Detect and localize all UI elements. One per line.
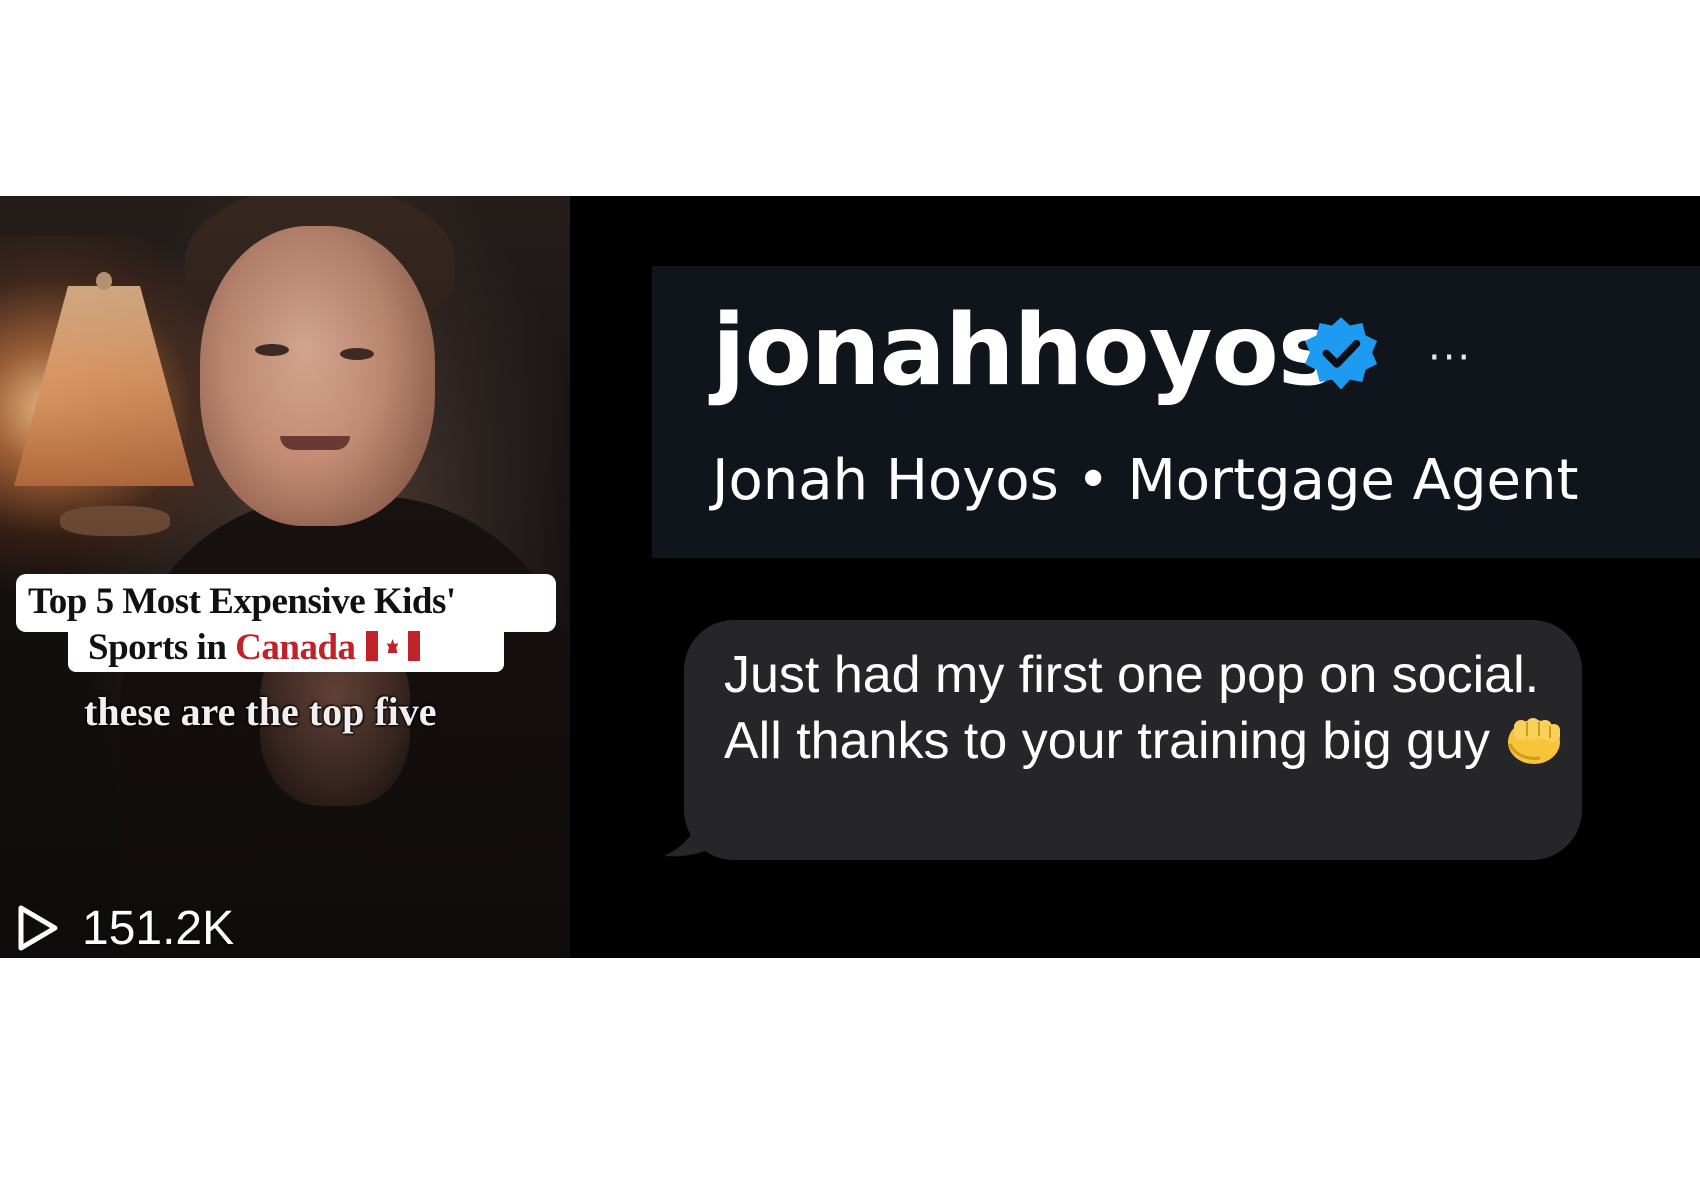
- canada-flag-icon: [365, 631, 420, 661]
- message-body: Just had my first one pop on social. All…: [724, 646, 1540, 770]
- testimonial-collage: Top 5 Most Expensive Kids' Sports in Can…: [0, 196, 1700, 958]
- view-count: 151.2K: [16, 898, 234, 958]
- message-text: Just had my first one pop on social. All…: [724, 642, 1564, 774]
- views-count-text: 151.2K: [82, 901, 235, 955]
- video-thumbnail[interactable]: Top 5 Most Expensive Kids' Sports in Can…: [0, 196, 570, 958]
- video-caption-line2: Sports in Canada: [88, 626, 420, 669]
- caption-prefix: Sports in: [88, 627, 236, 668]
- more-options-icon[interactable]: ···: [1428, 338, 1472, 378]
- caption-highlight: Canada: [235, 627, 356, 668]
- profile-display-line: Jonah Hoyos • Mortgage Agent: [712, 448, 1579, 513]
- fist-bump-icon: [1507, 718, 1560, 764]
- profile-header: jonahhoyos ··· Jonah Hoyos • Mortgage Ag…: [652, 266, 1700, 558]
- profile-username[interactable]: jonahhoyos: [712, 294, 1336, 408]
- verified-badge-icon: [1304, 317, 1378, 390]
- video-subtitle: these are the top five: [84, 689, 437, 734]
- play-outline-icon: [18, 905, 58, 951]
- video-caption-line1: Top 5 Most Expensive Kids': [28, 581, 456, 622]
